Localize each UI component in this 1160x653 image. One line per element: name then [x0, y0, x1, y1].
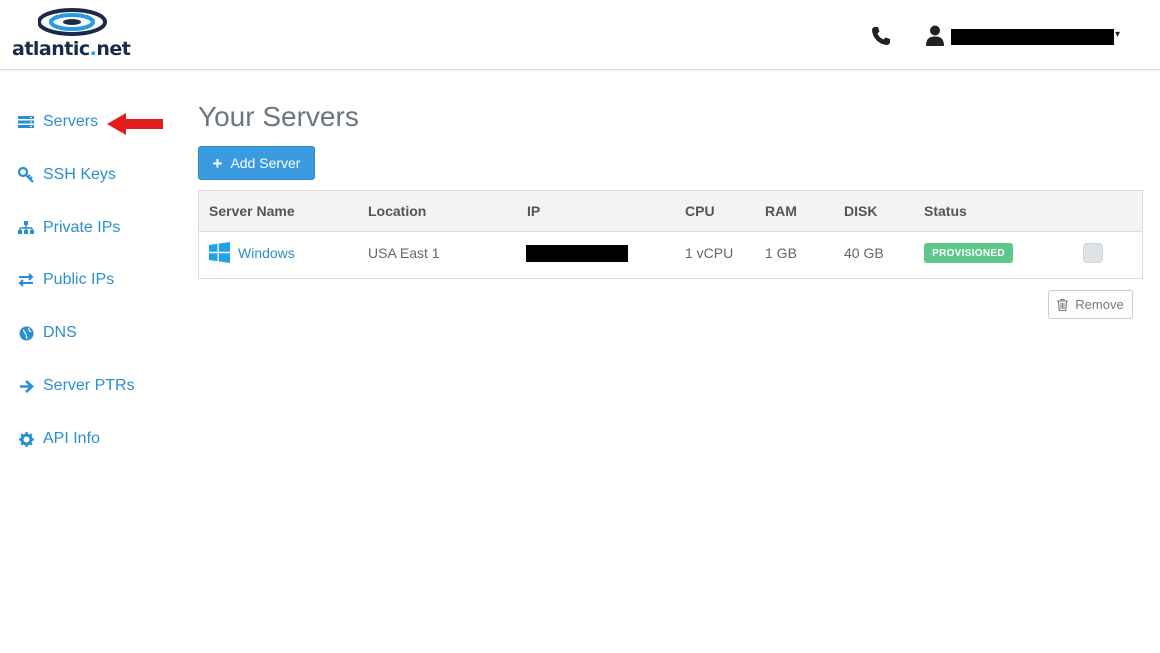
- windows-icon: [209, 242, 230, 263]
- server-name-link[interactable]: Windows: [238, 245, 295, 261]
- user-menu-caret[interactable]: ▾: [1115, 29, 1120, 40]
- column-header-location[interactable]: Location: [368, 203, 426, 219]
- column-header-disk[interactable]: DISK: [844, 203, 877, 219]
- sidebar-item-label: DNS: [43, 324, 77, 341]
- server-cpu: 1 vCPU: [685, 245, 734, 261]
- page-title: Your Servers: [198, 101, 359, 132]
- arrow-right-icon: [17, 377, 35, 395]
- trash-icon: [1057, 298, 1069, 311]
- sidebar-item-public-ips[interactable]: Public IPs: [17, 267, 114, 293]
- sidebar-item-private-ips[interactable]: Private IPs: [17, 215, 120, 241]
- column-header-cpu[interactable]: CPU: [685, 203, 715, 219]
- server-ram: 1 GB: [765, 245, 797, 261]
- user-icon[interactable]: [926, 25, 944, 47]
- add-server-button[interactable]: + Add Server: [198, 146, 315, 180]
- server-location: USA East 1: [368, 245, 440, 261]
- sidebar-item-ssh-keys[interactable]: SSH Keys: [17, 162, 116, 188]
- servers-table: Server Name Location IP CPU RAM DISK Sta…: [198, 190, 1143, 279]
- remove-button[interactable]: Remove: [1048, 290, 1133, 319]
- status-badge: PROVISIONED: [924, 243, 1013, 263]
- sidebar-item-label: Server PTRs: [43, 377, 135, 394]
- phone-icon[interactable]: [871, 26, 891, 46]
- sidebar-item-dns[interactable]: DNS: [17, 320, 77, 346]
- top-header: atlantic.net ▾: [0, 0, 1160, 70]
- table-row[interactable]: Windows USA East 1 1 vCPU 1 GB 40 GB PRO…: [199, 232, 1142, 278]
- sidebar-item-server-ptrs[interactable]: Server PTRs: [17, 373, 135, 399]
- table-header: Server Name Location IP CPU RAM DISK Sta…: [199, 191, 1142, 232]
- column-header-ram[interactable]: RAM: [765, 203, 797, 219]
- remove-label: Remove: [1075, 297, 1124, 312]
- column-header-server-name[interactable]: Server Name: [209, 203, 295, 219]
- sitemap-icon: [17, 219, 35, 237]
- server-icon: [17, 113, 35, 131]
- add-server-label: Add Server: [230, 155, 301, 171]
- gear-icon: [17, 430, 35, 448]
- atlantic-net-logo[interactable]: atlantic.net: [12, 8, 134, 64]
- sidebar-item-label: Public IPs: [43, 271, 115, 288]
- globe-icon: [17, 324, 35, 342]
- swirl-logo-icon: [38, 8, 107, 36]
- sidebar-item-api-info[interactable]: API Info: [17, 426, 100, 452]
- sidebar-item-label: API Info: [43, 430, 100, 447]
- sidebar-item-servers[interactable]: Servers: [17, 109, 98, 135]
- key-icon: [17, 166, 35, 184]
- exchange-icon: [17, 271, 35, 289]
- sidebar-item-label: Private IPs: [43, 219, 121, 236]
- plus-icon: +: [212, 153, 223, 173]
- column-header-status[interactable]: Status: [924, 203, 967, 219]
- logo-wordmark: atlantic.net: [12, 38, 131, 60]
- ip-address-redacted: [526, 245, 628, 262]
- sidebar-item-label: SSH Keys: [43, 166, 116, 183]
- server-disk: 40 GB: [844, 245, 884, 261]
- user-name-redacted[interactable]: [951, 29, 1114, 45]
- sidebar-item-label: Servers: [43, 113, 99, 130]
- column-header-ip[interactable]: IP: [527, 203, 540, 219]
- row-select-checkbox[interactable]: [1083, 243, 1103, 263]
- red-arrow-annotation: [107, 113, 163, 135]
